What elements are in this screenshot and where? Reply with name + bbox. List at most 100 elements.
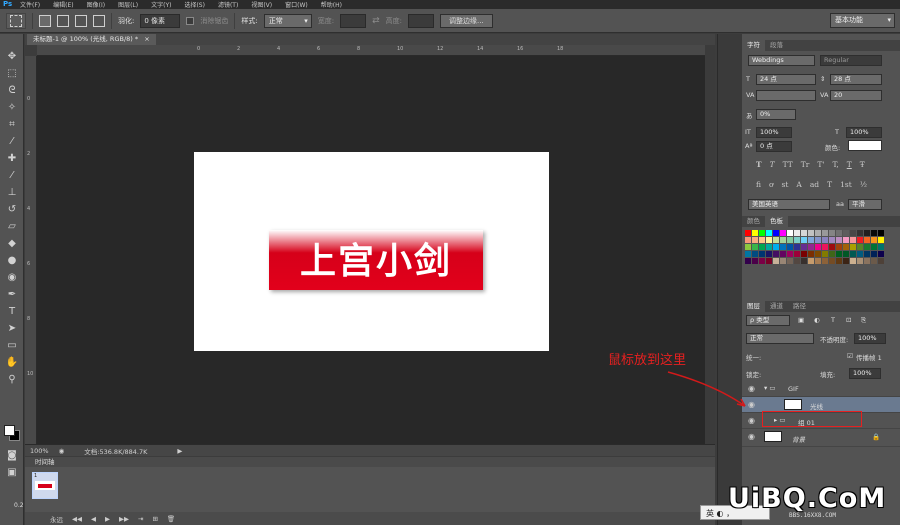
color-swatch[interactable] (808, 251, 814, 257)
history-brush-icon[interactable]: ↺ (5, 203, 19, 216)
opacity-input[interactable]: 100% (854, 333, 886, 344)
color-swatch[interactable] (808, 258, 814, 264)
visibility-eye-icon[interactable]: ◉ (748, 400, 755, 409)
intersect-selection-icon[interactable] (93, 14, 105, 27)
document-tab[interactable]: 未标题-1 @ 100% (光线, RGB/8) * × (27, 34, 156, 45)
color-swatch[interactable] (822, 258, 828, 264)
color-swatch[interactable] (864, 230, 870, 236)
loop-select[interactable]: 永远 (50, 514, 63, 524)
height-input[interactable] (407, 13, 434, 28)
color-swatch[interactable] (759, 251, 765, 257)
color-swatch[interactable] (878, 230, 884, 236)
width-input[interactable] (340, 13, 367, 28)
color-swatch[interactable] (794, 237, 800, 243)
menu-filter[interactable]: 滤镜(T) (218, 0, 238, 9)
color-swatch[interactable] (752, 237, 758, 243)
marquee-tool-icon[interactable]: ⬚ (5, 67, 19, 80)
color-swatch[interactable] (836, 237, 842, 243)
color-swatch[interactable] (759, 244, 765, 250)
color-swatch[interactable] (752, 244, 758, 250)
color-swatch[interactable] (780, 244, 786, 250)
color-swatch[interactable] (745, 230, 751, 236)
color-swatch[interactable] (829, 244, 835, 250)
color-swatch[interactable] (801, 244, 807, 250)
layer-row-background[interactable]: ◉ 背景 🔒 (742, 429, 900, 447)
vertical-scale-input[interactable]: 100% (756, 127, 792, 138)
color-swatch[interactable] (850, 244, 856, 250)
color-swatch[interactable] (801, 230, 807, 236)
color-swatch[interactable] (815, 237, 821, 243)
swash-button[interactable]: A (796, 180, 801, 189)
stylistic-button[interactable]: ad (810, 180, 819, 189)
color-swatch[interactable] (808, 244, 814, 250)
color-swatch[interactable] (850, 251, 856, 257)
color-swatch[interactable] (822, 244, 828, 250)
color-swatch[interactable] (773, 230, 779, 236)
menu-file[interactable]: 文件(F) (20, 0, 40, 9)
filter-shape-icon[interactable]: ⊡ (846, 316, 851, 324)
ordinals-button[interactable]: 1st (840, 180, 852, 189)
font-size-select[interactable]: 24 点 (756, 74, 816, 85)
brush-tool-icon[interactable]: ⁄ (5, 169, 19, 182)
antialias-select[interactable]: 平滑 (848, 199, 882, 210)
color-swatch[interactable] (745, 244, 751, 250)
menu-layer[interactable]: 图层(L) (118, 0, 138, 9)
color-swatch[interactable] (787, 237, 793, 243)
color-swatch[interactable] (801, 237, 807, 243)
next-frame-icon[interactable]: ▶▶ (119, 515, 129, 523)
color-swatch[interactable] (857, 244, 863, 250)
color-swatch[interactable] (878, 251, 884, 257)
visibility-eye-icon[interactable]: ◉ (748, 416, 755, 425)
move-tool-icon[interactable]: ✥ (5, 50, 19, 63)
color-swatch[interactable] (766, 230, 772, 236)
color-swatch[interactable] (829, 251, 835, 257)
color-swatch[interactable] (808, 237, 814, 243)
color-swatch[interactable] (850, 237, 856, 243)
horizontal-scale-input[interactable]: 100% (846, 127, 882, 138)
type-tool-icon[interactable]: T (5, 305, 19, 318)
tab-swatches[interactable]: 色板 (765, 216, 788, 227)
font-family-select[interactable]: Webdings (748, 55, 815, 66)
color-swatch[interactable] (878, 258, 884, 264)
path-selection-icon[interactable]: ➤ (5, 322, 19, 335)
style-select[interactable]: 正常 (263, 13, 312, 28)
color-swatch[interactable] (864, 258, 870, 264)
font-style-select[interactable]: Regular (820, 55, 882, 66)
underline-button[interactable]: T (847, 160, 852, 169)
color-swatch[interactable] (871, 251, 877, 257)
document-canvas[interactable]: 上宫小剑 (194, 152, 549, 351)
strikethrough-button[interactable]: Ŧ (860, 160, 865, 169)
color-swatch[interactable] (836, 230, 842, 236)
menu-edit[interactable]: 编辑(E) (53, 0, 73, 9)
healing-brush-icon[interactable]: ✚ (5, 152, 19, 165)
color-swatch[interactable] (787, 244, 793, 250)
filter-adjust-icon[interactable]: ◐ (814, 316, 820, 324)
refine-edge-button[interactable]: 调整边缘... (439, 13, 493, 28)
layer-row-gif[interactable]: ◉ ▾ ▭ GIF (742, 381, 900, 397)
zoom-level[interactable]: 100% (30, 447, 49, 455)
new-selection-icon[interactable] (39, 14, 51, 27)
tab-paths[interactable]: 路径 (788, 301, 811, 312)
filter-pixel-icon[interactable]: ▣ (798, 316, 804, 324)
color-swatch[interactable] (759, 237, 765, 243)
play-icon[interactable]: ▶ (105, 515, 110, 523)
workspace-select[interactable]: 基本功能 (830, 13, 895, 28)
color-swatch[interactable] (871, 244, 877, 250)
color-swatch[interactable] (752, 251, 758, 257)
tab-channels[interactable]: 通道 (765, 301, 788, 312)
frame-delay[interactable]: 0.2 (14, 502, 24, 509)
color-swatch[interactable] (787, 230, 793, 236)
color-swatch[interactable] (850, 230, 856, 236)
blend-mode-select[interactable]: 正常 (746, 333, 814, 344)
titling-button[interactable]: T (827, 180, 832, 189)
color-swatch[interactable] (864, 251, 870, 257)
superscript-button[interactable]: T' (817, 160, 824, 169)
visibility-eye-icon[interactable]: ◉ (748, 384, 755, 393)
faux-bold-button[interactable]: T (756, 160, 762, 169)
small-caps-button[interactable]: Tr (801, 160, 810, 169)
delete-frame-icon[interactable]: 🗑 (167, 515, 175, 523)
color-swatch[interactable] (787, 258, 793, 264)
leading-select[interactable]: 28 点 (830, 74, 882, 85)
gradient-tool-icon[interactable]: ◆ (5, 237, 19, 250)
color-swatch[interactable] (773, 237, 779, 243)
